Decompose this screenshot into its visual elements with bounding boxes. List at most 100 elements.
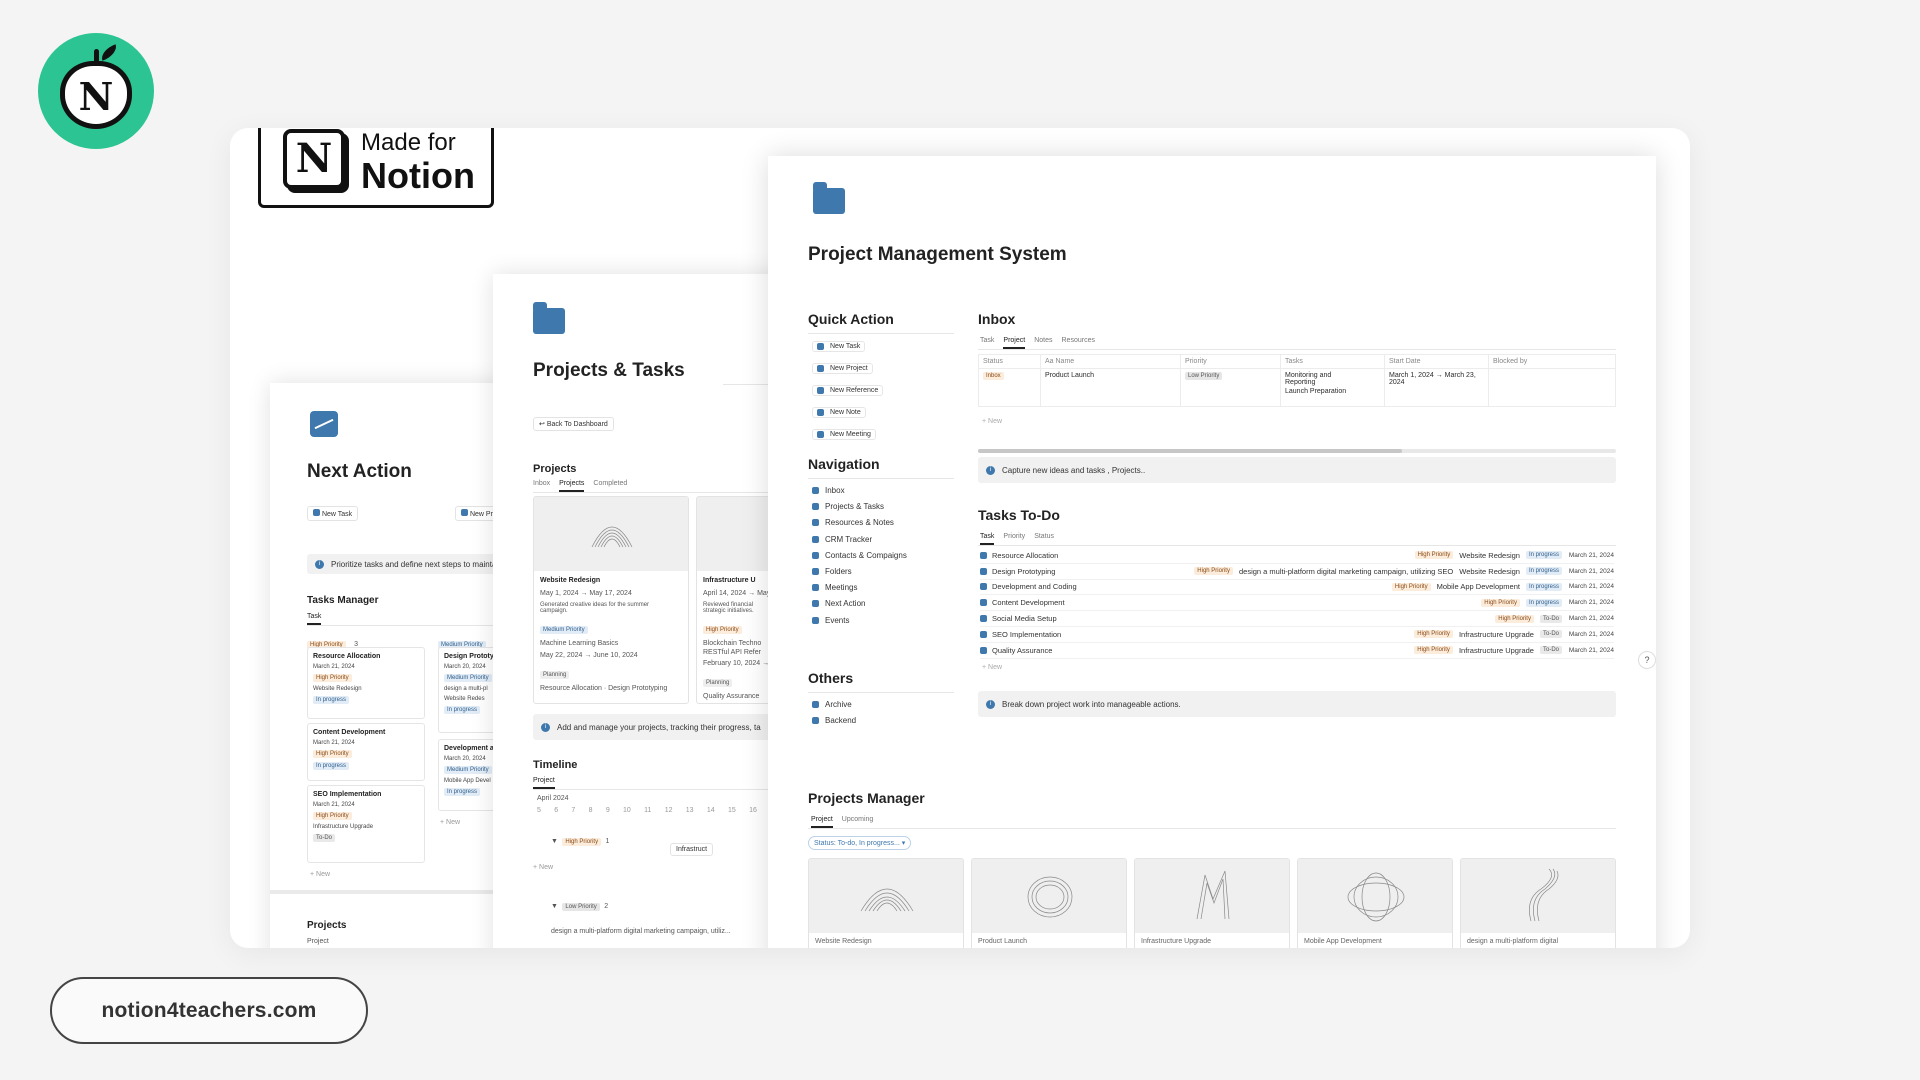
- table-row[interactable]: Inbox Product Launch Low Priority Monito…: [978, 368, 1616, 407]
- status-filter[interactable]: Status: To-do, In progress... ▾: [808, 836, 912, 850]
- timeline-group-high[interactable]: ▼ High Priority 1: [551, 830, 609, 848]
- tab-inbox[interactable]: Inbox: [533, 480, 550, 492]
- tab-project[interactable]: Project: [811, 816, 833, 828]
- inbox-new-button[interactable]: + New: [982, 418, 1002, 425]
- new-task-button[interactable]: New Task: [307, 506, 359, 521]
- folder-icon: [461, 509, 468, 516]
- item-label: Folders: [825, 566, 852, 576]
- inbox-table: Status Aa Name Priority Tasks Start Date…: [978, 354, 1616, 407]
- gallery-card[interactable]: Product Launch: [971, 858, 1127, 948]
- nav-item[interactable]: Resources & Notes: [812, 518, 907, 527]
- nav-item[interactable]: Archive: [812, 700, 856, 709]
- new-card-button[interactable]: + New: [440, 819, 460, 826]
- gallery-card[interactable]: Infrastructure Upgrade: [1134, 858, 1290, 948]
- page-icon: [817, 343, 824, 350]
- quick-action-item[interactable]: New Note: [812, 407, 866, 418]
- item-label: Archive: [825, 700, 852, 709]
- todo-new-button[interactable]: + New: [982, 664, 1002, 671]
- page-icon: [812, 519, 819, 527]
- task-row[interactable]: SEO Implementation High Priority Infrastru…: [980, 627, 1614, 643]
- tab-status[interactable]: Status: [1034, 533, 1054, 545]
- nav-item[interactable]: Meetings: [812, 583, 907, 592]
- task-row[interactable]: Quality Assurance High Priority Infrastruc…: [980, 643, 1614, 659]
- board-card[interactable]: Resource Allocation March 21, 2024 High …: [307, 647, 425, 719]
- nav-item[interactable]: Backend: [812, 716, 856, 725]
- item-label: Inbox: [825, 486, 845, 495]
- task-row[interactable]: Social Media Setup High Priority To-Do Marc…: [980, 611, 1614, 627]
- scrollbar-thumb[interactable]: [978, 449, 1402, 453]
- task-row[interactable]: Design Prototyping High Priority design a …: [980, 564, 1614, 580]
- col-name: Aa Name: [1040, 354, 1181, 369]
- task-name: Content Development: [992, 598, 1065, 608]
- gallery-card[interactable]: Website Redesign: [808, 858, 964, 948]
- board-card[interactable]: SEO Implementation March 21, 2024 High P…: [307, 785, 425, 863]
- new-card-button[interactable]: + New: [310, 871, 330, 878]
- todo-tabs: Task Priority Status: [980, 533, 1054, 545]
- gallery-card[interactable]: Mobile App Development: [1297, 858, 1453, 948]
- status-tag: In progress: [1525, 598, 1562, 607]
- status-tag: To-Do: [1539, 630, 1562, 639]
- timeline-new-button[interactable]: + New: [533, 864, 553, 871]
- timeline-item[interactable]: design a multi-platform digital marketin…: [551, 928, 731, 935]
- status-tag: To-Do: [1539, 614, 1562, 623]
- timeline-title: Timeline: [533, 759, 578, 771]
- card-dates: May 22, 2024 → June 10, 2024: [540, 652, 638, 659]
- tab-task[interactable]: Task: [980, 533, 995, 545]
- timeline-day: 8: [588, 807, 593, 814]
- status-tag: In progress: [313, 696, 350, 704]
- tab-task[interactable]: Task: [980, 337, 994, 349]
- task-row[interactable]: Development and Coding High Priority Mobil…: [980, 580, 1614, 596]
- tab-project[interactable]: Project: [533, 777, 555, 789]
- gallery-card[interactable]: design a multi-platform digital: [1460, 858, 1616, 948]
- tab-priority[interactable]: Priority: [1003, 533, 1025, 545]
- brand-letter: N: [78, 74, 114, 119]
- timeline-group-low[interactable]: ▼ Low Priority 2: [551, 895, 608, 913]
- project-tab[interactable]: Project: [307, 938, 329, 945]
- nav-item[interactable]: CRM Tracker: [812, 535, 907, 544]
- info-icon: i: [986, 465, 995, 475]
- page-icon: [812, 600, 819, 608]
- nav-item[interactable]: Projects & Tasks: [812, 502, 907, 511]
- task-row[interactable]: Resource Allocation High Priority Website …: [980, 548, 1614, 564]
- priority-tag: High Priority: [703, 626, 742, 634]
- page-icon: [812, 535, 819, 543]
- tab-task[interactable]: Task: [307, 613, 322, 625]
- task-row[interactable]: Content Development High Priority In progr…: [980, 595, 1614, 612]
- tab-upcoming[interactable]: Upcoming: [842, 816, 874, 828]
- nav-item[interactable]: Inbox: [812, 486, 907, 495]
- page-icon: [812, 584, 819, 592]
- timeline-day: 9: [605, 807, 610, 814]
- nav-item[interactable]: Folders: [812, 567, 907, 576]
- item-label: Events: [825, 615, 850, 625]
- back-to-dashboard-button[interactable]: ↩ Back To Dashboard: [533, 417, 614, 431]
- tab-project[interactable]: Project: [1003, 337, 1026, 349]
- horizontal-scrollbar[interactable]: [978, 449, 1616, 453]
- tab-projects[interactable]: Projects: [559, 480, 585, 492]
- cover-image: [809, 859, 963, 933]
- item-label: New Reference: [830, 387, 879, 394]
- card-title: Content Development: [313, 729, 386, 736]
- page-icon: [817, 365, 824, 372]
- quick-action-item[interactable]: New Project: [812, 363, 873, 374]
- nav-item[interactable]: Contacts & Compaigns: [812, 551, 907, 560]
- site-url[interactable]: notion4teachers.com: [50, 977, 368, 1044]
- timeline-bar[interactable]: Infrastruct: [670, 843, 714, 856]
- status-tag: Planning: [540, 671, 570, 679]
- tab-completed[interactable]: Completed: [593, 480, 627, 492]
- nav-item[interactable]: Events: [812, 616, 907, 625]
- quick-action-item[interactable]: New Reference: [812, 385, 884, 396]
- quick-action-item[interactable]: New Meeting: [812, 429, 876, 440]
- nav-item[interactable]: Next Action: [812, 599, 907, 608]
- priority-tag: Medium Priority: [540, 626, 588, 634]
- task-project: design a multi-platform digital marketin…: [1238, 566, 1454, 576]
- tab-notes[interactable]: Notes: [1034, 337, 1052, 349]
- item-label: Projects & Tasks: [825, 502, 884, 512]
- board-card[interactable]: Content Development March 21, 2024 High …: [307, 723, 425, 781]
- tab-resources[interactable]: Resources: [1062, 337, 1095, 349]
- timeline-day: 13: [685, 807, 694, 814]
- task-name: Quality Assurance: [992, 645, 1053, 655]
- help-button[interactable]: ?: [1638, 651, 1656, 669]
- quick-action-item[interactable]: New Task: [812, 341, 866, 352]
- gallery-card[interactable]: Website Redesign May 1, 2024 → May 17, 2…: [533, 496, 689, 704]
- card-title: Website Redesign: [540, 577, 601, 584]
